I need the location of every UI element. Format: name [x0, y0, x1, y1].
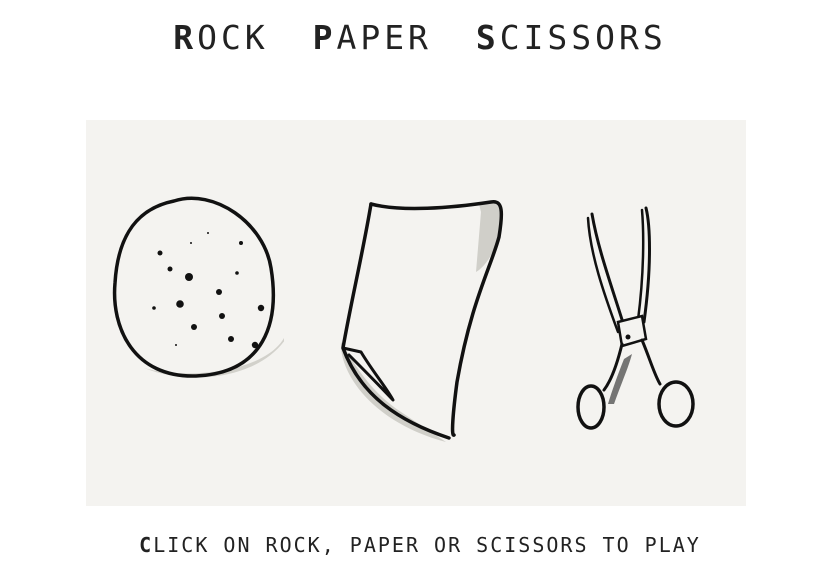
title-initial: P	[312, 18, 337, 57]
title-initial: R	[173, 18, 198, 57]
instructions-initial: C	[139, 533, 154, 557]
scissors-button[interactable]	[566, 204, 706, 434]
title-rest: CISSORS	[499, 18, 667, 57]
title-word-rock: ROCK	[173, 18, 268, 57]
title-rest: OCK	[197, 18, 269, 57]
instructions-text: CLICK ON ROCK, PAPER OR SCISSORS TO PLAY	[0, 533, 840, 557]
scissors-icon	[576, 206, 695, 430]
rock-icon	[112, 196, 284, 378]
paper-button[interactable]	[331, 192, 511, 452]
title-initial: S	[475, 18, 500, 57]
title-rest: APER	[336, 18, 432, 57]
game-title: ROCK PAPER SCISSORS	[0, 18, 840, 57]
title-word-paper: PAPER	[313, 18, 432, 57]
game-board	[86, 120, 746, 506]
instructions-rest: LICK ON ROCK, PAPER OR SCISSORS TO PLAY	[153, 533, 701, 557]
paper-icon	[340, 200, 504, 442]
rock-button[interactable]	[104, 188, 284, 388]
game-page: ROCK PAPER SCISSORS CLICK ON ROCK, PAPER…	[0, 0, 840, 576]
title-word-scissors: SCISSORS	[476, 18, 667, 57]
